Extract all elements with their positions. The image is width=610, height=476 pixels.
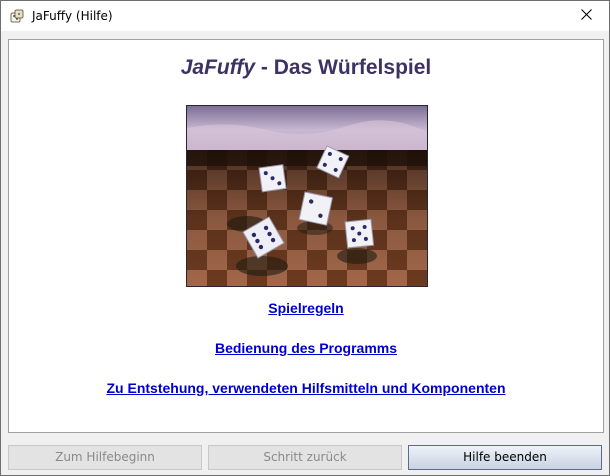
back-button[interactable]: Schritt zurück [208, 445, 402, 470]
link-entstehung[interactable]: Zu Entstehung, verwendeten Hilfsmitteln … [9, 380, 603, 396]
close-help-button[interactable]: Hilfe beenden [408, 445, 602, 470]
app-dice-icon [10, 9, 25, 24]
title-bar[interactable]: JaFuffy (Hilfe) [1, 1, 609, 31]
help-content-pane: JaFuffy - Das Würfelspiel Spielregeln Be… [0, 39, 610, 433]
link-bedienung[interactable]: Bedienung des Programms [9, 340, 603, 356]
close-icon [580, 7, 592, 25]
page-title-brand: JaFuffy [180, 56, 256, 79]
dice-illustration [0, 105, 610, 287]
page-title: JaFuffy - Das Würfelspiel [9, 56, 603, 80]
help-window: JaFuffy (Hilfe) JaFuffy - Das Würfelspie… [0, 0, 610, 476]
page-title-rest: - Das Würfelspiel [255, 56, 432, 79]
home-button[interactable]: Zum Hilfebeginn [8, 445, 202, 470]
link-spielregeln[interactable]: Spielregeln [9, 300, 603, 316]
window-title: JaFuffy (Hilfe) [32, 9, 113, 23]
close-button[interactable] [563, 1, 609, 31]
